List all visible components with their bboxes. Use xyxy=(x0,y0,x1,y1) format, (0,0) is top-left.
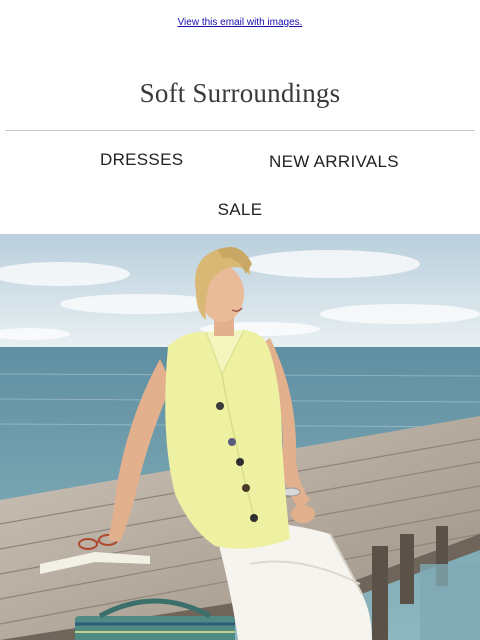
shallow-water xyxy=(420,564,480,640)
hero-image[interactable] xyxy=(0,234,480,640)
nav-link-dresses[interactable]: DRESSES xyxy=(100,150,183,170)
view-with-images-link[interactable]: View this email with images. xyxy=(0,17,480,28)
nav-link-sale[interactable]: SALE xyxy=(0,200,480,220)
nav-link-new-arrivals[interactable]: NEW ARRIVALS xyxy=(269,152,399,172)
dock-post xyxy=(400,534,414,604)
dock-post xyxy=(372,546,388,640)
brand-logo[interactable]: Soft Surroundings xyxy=(0,78,480,109)
header-divider xyxy=(5,130,475,131)
